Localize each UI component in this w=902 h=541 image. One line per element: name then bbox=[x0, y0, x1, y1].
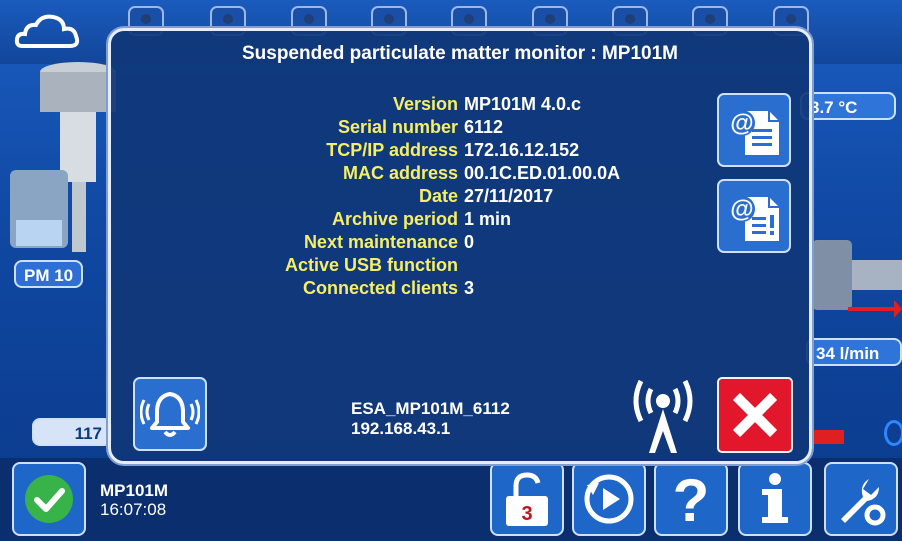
lock-button[interactable]: 3 bbox=[490, 462, 564, 536]
info-value: 3 bbox=[464, 278, 475, 298]
info-row-date: Date 27/11/2017 bbox=[241, 185, 741, 208]
status-info: MP101M 16:07:08 bbox=[100, 481, 168, 519]
lock-level-badge: 3 bbox=[521, 503, 532, 525]
info-value: 0 bbox=[464, 232, 475, 252]
info-row-version: Version MP101M 4.0.c bbox=[241, 93, 741, 116]
info-label: Archive period bbox=[331, 209, 458, 229]
alarm-bell-icon bbox=[140, 392, 200, 437]
ring-indicator bbox=[884, 420, 902, 446]
svg-text:@: @ bbox=[730, 196, 753, 223]
info-row-serial: Serial number 6112 bbox=[241, 116, 741, 139]
info-row-archive-period: Archive period 1 min bbox=[241, 208, 741, 231]
dialog-title: Suspended particulate matter monitor : M… bbox=[241, 43, 679, 64]
pump-illustration bbox=[812, 240, 902, 318]
info-value: 00.1C.ED.01.00.0A bbox=[464, 163, 621, 183]
info-value: MP101M 4.0.c bbox=[464, 94, 582, 114]
red-indicator bbox=[812, 430, 844, 444]
info-row-mac: MAC address 00.1C.ED.01.00.0A bbox=[241, 162, 741, 185]
info-row-connected-clients: Connected clients 3 bbox=[241, 277, 741, 300]
flow-readout: 34 l/min bbox=[806, 338, 902, 366]
info-button[interactable] bbox=[738, 462, 812, 536]
counter-readout: 117 bbox=[32, 418, 112, 446]
info-value: 27/11/2017 bbox=[464, 186, 554, 206]
svg-text:?: ? bbox=[673, 469, 710, 529]
info-label: TCP/IP address bbox=[326, 140, 458, 160]
help-button[interactable]: ? bbox=[654, 462, 728, 536]
device-info-list: Version MP101M 4.0.c Serial number 6112 TC… bbox=[241, 93, 741, 300]
play-cycle-icon bbox=[584, 474, 634, 524]
info-value: 6112 bbox=[464, 117, 504, 137]
info-icon bbox=[762, 473, 788, 523]
clock-time: 16:07:08 bbox=[100, 500, 167, 519]
info-label: MAC address bbox=[342, 163, 458, 183]
info-label: Connected clients bbox=[302, 278, 458, 298]
info-label: Serial number bbox=[337, 117, 458, 137]
network-ip: 192.168.43.1 bbox=[351, 419, 451, 438]
info-label: Date bbox=[418, 186, 458, 206]
network-info: ESA_MP101M_6112 192.168.43.1 bbox=[351, 399, 510, 439]
cloud-icon[interactable] bbox=[14, 10, 84, 52]
close-x-icon bbox=[732, 392, 778, 438]
pm-label-badge: PM 10 bbox=[14, 260, 84, 288]
info-row-ip: TCP/IP address 172.16.12.152 bbox=[241, 139, 741, 162]
wireless-antenna-icon bbox=[633, 379, 693, 453]
cycle-button[interactable] bbox=[572, 462, 646, 536]
info-value: 1 min bbox=[464, 209, 512, 229]
info-row-usb-function: Active USB function bbox=[241, 254, 741, 277]
svg-text:@: @ bbox=[730, 110, 753, 137]
wrench-gear-icon bbox=[841, 479, 886, 526]
info-row-next-maintenance: Next maintenance 0 bbox=[241, 231, 741, 254]
question-mark-icon: ? bbox=[673, 469, 710, 529]
alarm-button[interactable] bbox=[133, 377, 207, 451]
temperature-readout: 3.7 °C bbox=[800, 92, 896, 120]
device-name: MP101M bbox=[100, 481, 169, 500]
info-value: 172.16.12.152 bbox=[464, 140, 580, 160]
app-screen: PM 10 3.7 °C 34 l/min 117 MP101M 16:07:0… bbox=[0, 0, 902, 541]
status-ok-button[interactable] bbox=[12, 462, 86, 536]
email-document-icon: @ bbox=[729, 110, 779, 155]
unlock-icon: 3 bbox=[506, 472, 548, 526]
email-report-button[interactable]: @ bbox=[717, 93, 791, 167]
close-button[interactable] bbox=[717, 377, 793, 453]
info-label: Active USB function bbox=[284, 255, 458, 275]
check-icon bbox=[25, 475, 73, 523]
email-alert-document-icon: @ bbox=[729, 196, 779, 241]
network-name: ESA_MP101M_6112 bbox=[351, 399, 510, 418]
email-alert-button[interactable]: @ bbox=[717, 179, 791, 253]
info-dialog: Suspended particulate matter monitor : M… bbox=[108, 28, 812, 464]
info-label: Version bbox=[392, 94, 458, 114]
info-label: Next maintenance bbox=[303, 232, 458, 252]
settings-button[interactable] bbox=[824, 462, 898, 536]
